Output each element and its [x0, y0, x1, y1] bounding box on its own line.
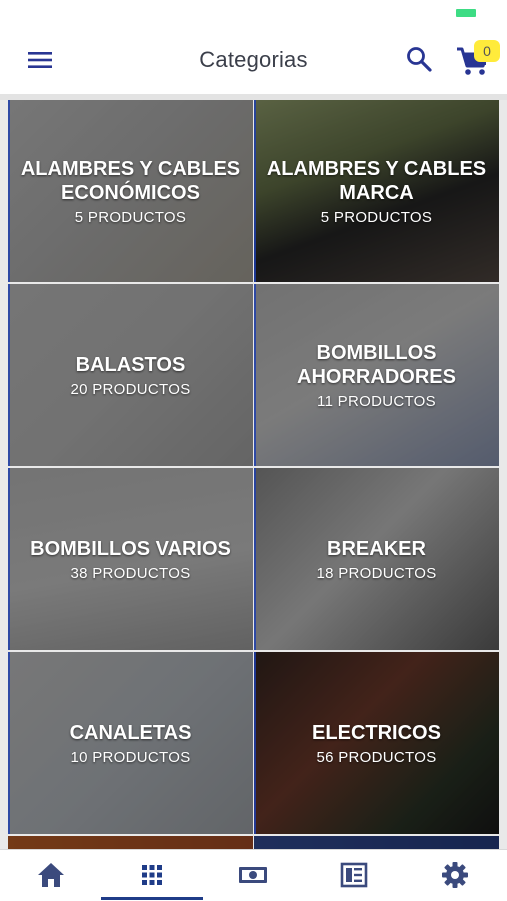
category-tile[interactable] [254, 836, 499, 849]
bottom-nav [0, 849, 507, 900]
category-name: BALASTOS [75, 353, 186, 376]
category-name: ALAMBRES Y CABLES ECONÓMICOS [20, 157, 241, 204]
category-name: CANALETAS [69, 721, 192, 744]
category-tile[interactable]: ELECTRICOS 56 PRODUCTOS [254, 652, 499, 834]
category-tile[interactable] [8, 836, 253, 849]
category-tile[interactable]: BREAKER 18 PRODUCTOS [254, 468, 499, 650]
status-bar [0, 0, 507, 24]
category-tile[interactable]: BALASTOS 20 PRODUCTOS [8, 284, 253, 466]
category-count: 18 PRODUCTOS [316, 564, 437, 582]
category-count: 5 PRODUCTOS [320, 208, 433, 226]
app-bar: Categorias 0 [0, 24, 507, 94]
nav-catalog[interactable] [303, 850, 404, 901]
category-tile[interactable]: CANALETAS 10 PRODUCTOS [8, 652, 253, 834]
category-tile[interactable]: ALAMBRES Y CABLES ECONÓMICOS 5 PRODUCTOS [8, 100, 253, 282]
category-count: 11 PRODUCTOS [317, 392, 436, 410]
menu-button[interactable] [26, 46, 54, 74]
search-button[interactable] [404, 44, 434, 74]
category-tile[interactable]: BOMBILLOS VARIOS 38 PRODUCTOS [8, 468, 253, 650]
nav-home[interactable] [0, 850, 101, 901]
nav-settings[interactable] [404, 850, 505, 901]
search-icon [407, 47, 432, 72]
category-count: 10 PRODUCTOS [70, 748, 191, 766]
nav-payments[interactable] [202, 850, 303, 901]
menu-icon [28, 52, 52, 68]
category-name: ELECTRICOS [312, 721, 441, 744]
category-name: BOMBILLOS VARIOS [30, 537, 231, 560]
category-name: BOMBILLOS AHORRADORES [297, 341, 456, 388]
category-count: 5 PRODUCTOS [74, 208, 187, 226]
money-icon [239, 867, 267, 883]
home-icon [38, 863, 64, 887]
category-tile[interactable]: ALAMBRES Y CABLES MARCA 5 PRODUCTOS [254, 100, 499, 282]
grid-icon [142, 865, 162, 885]
settings-icon [442, 862, 468, 888]
cart-count-badge: 0 [474, 40, 500, 62]
battery-icon [456, 9, 476, 17]
category-name: BREAKER [327, 537, 426, 560]
nav-categories[interactable] [101, 850, 202, 901]
category-count: 38 PRODUCTOS [70, 564, 191, 582]
category-name: ALAMBRES Y CABLES MARCA [266, 157, 487, 204]
category-count: 20 PRODUCTOS [70, 380, 191, 398]
catalog-icon [340, 862, 368, 888]
category-grid: ALAMBRES Y CABLES ECONÓMICOS 5 PRODUCTOS… [0, 100, 507, 849]
category-tile[interactable]: BOMBILLOS AHORRADORES 11 PRODUCTOS [254, 284, 499, 466]
category-count: 56 PRODUCTOS [316, 748, 437, 766]
